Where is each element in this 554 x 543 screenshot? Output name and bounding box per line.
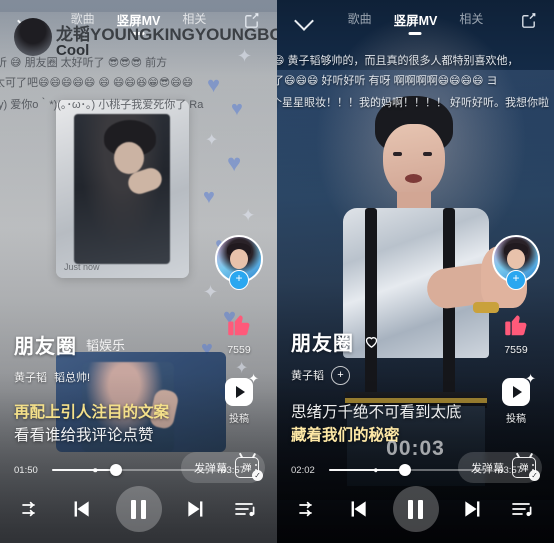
like-count: 7559 xyxy=(504,344,528,356)
post-label: 投稿 xyxy=(229,414,249,425)
total-time: 03:57 xyxy=(498,464,522,476)
sparkle-icon: ✦ xyxy=(248,371,259,386)
moments-header: 朋友圈 韬娱乐 xyxy=(14,330,169,359)
previous-track-icon[interactable] xyxy=(344,496,370,522)
right-action-rail: + 7559 ✦ 投稿 xyxy=(490,235,542,447)
right-transport-controls xyxy=(277,481,554,537)
faded-photo-card: Just now xyxy=(56,100,189,278)
shuffle-icon[interactable] xyxy=(20,497,44,521)
dual-screenshot-stage: ✦ ♥ ♥ ✦ ♥ ♥ ✦ ♥ ♥ ✦ ♥ ♥ ✦ ♥ Just now xyxy=(0,0,554,543)
pause-icon[interactable] xyxy=(392,486,439,532)
username-label: 黄子韬 xyxy=(14,371,47,384)
left-player-panel: ✦ ♥ ♥ ✦ ♥ ♥ ✦ ♥ ♥ ✦ ♥ ♥ ✦ ♥ Just now xyxy=(0,0,277,543)
right-user-row: 黄子韬 + xyxy=(291,365,462,385)
left-action-rail: + 7559 ✦ 投稿 xyxy=(213,235,265,447)
seek-knob[interactable] xyxy=(109,464,122,476)
right-top-bar: 歌曲 竖屏MV 相关 xyxy=(277,0,554,42)
current-time: 01:50 xyxy=(14,464,38,476)
thumbs-up-icon xyxy=(505,315,527,336)
moments-label: 朋友圈 xyxy=(14,335,77,358)
thumbs-up-icon xyxy=(228,315,250,336)
right-content-block: 朋友圈 黄子韬 + 思绪万千绝不可看到太底 藏着我们的秘密 xyxy=(291,327,462,448)
right-player-panel: 歌曲 竖屏MV 相关 😄 黄子韬够帅的，而且真的很多人都特别喜欢他， 了😄😄😄 … xyxy=(277,0,554,543)
right-progress-bar: 02:02 03:57 xyxy=(277,459,554,481)
left-transport-controls xyxy=(0,481,277,537)
next-track-icon[interactable] xyxy=(184,496,210,522)
lyric-line: 看看谁给我评论点赞 xyxy=(14,426,154,444)
moments-label: 朋友圈 xyxy=(291,332,354,355)
left-lyrics: 再配上引人注目的文案 看看谁给我评论点赞 xyxy=(14,401,169,448)
next-track-icon[interactable] xyxy=(461,496,487,522)
artist-avatar[interactable]: + xyxy=(215,235,263,290)
right-tab-strip: 歌曲 竖屏MV 相关 xyxy=(277,8,554,35)
secondary-label: 韬娱乐 xyxy=(86,337,126,353)
avatar[interactable] xyxy=(14,18,52,56)
overlay-subtitle: Cool xyxy=(56,42,90,59)
sparkle-icon: ✦ xyxy=(525,371,536,386)
playlist-icon[interactable] xyxy=(510,497,534,521)
left-content-block: 朋友圈 韬娱乐 黄子韬 韬总帅! 再配上引人注目的文案 看看谁给我评论点赞 xyxy=(14,330,169,448)
follow-plus-icon[interactable]: + xyxy=(506,270,526,290)
photo-subject xyxy=(74,114,170,264)
left-progress-bar: 01:50 03:57 xyxy=(0,459,277,481)
previous-track-icon[interactable] xyxy=(67,496,93,522)
tab-vertical-mv[interactable]: 竖屏MV xyxy=(392,8,440,35)
shuffle-icon[interactable] xyxy=(297,497,321,521)
playlist-icon[interactable] xyxy=(233,497,257,521)
left-user-row: 黄子韬 韬总帅! xyxy=(14,369,169,385)
lyric-line: 思绪万千绝不可看到太底 xyxy=(291,403,462,421)
post-video-icon: ✦ xyxy=(225,372,259,406)
seek-track[interactable] xyxy=(329,464,484,476)
like-button[interactable]: 7559 xyxy=(501,309,531,356)
post-label: 投稿 xyxy=(506,414,526,425)
like-button[interactable]: 7559 xyxy=(224,309,254,356)
heart-outline-icon xyxy=(365,336,378,348)
pause-icon[interactable] xyxy=(115,486,162,532)
moments-header: 朋友圈 xyxy=(291,327,462,356)
seek-time-overlay: 00:03 xyxy=(386,437,445,460)
seek-track[interactable] xyxy=(52,464,207,476)
lyric-line: 再配上引人注目的文案 xyxy=(14,403,170,421)
username-label: 黄子韬 xyxy=(291,370,324,382)
like-count: 7559 xyxy=(227,344,251,356)
share-icon[interactable] xyxy=(519,11,538,30)
post-video-icon: ✦ xyxy=(502,372,536,406)
artist-avatar[interactable]: + xyxy=(492,235,540,290)
photo-timestamp: Just now xyxy=(64,262,100,272)
tab-song[interactable]: 歌曲 xyxy=(346,8,374,33)
more-options-icon[interactable] xyxy=(526,463,540,477)
follow-plus-icon[interactable]: + xyxy=(229,270,249,290)
follow-button[interactable]: + xyxy=(331,365,350,385)
exclaim-label: 韬总帅! xyxy=(54,371,91,384)
post-button[interactable]: ✦ 投稿 xyxy=(225,372,259,425)
current-time: 02:02 xyxy=(291,464,315,476)
total-time: 03:57 xyxy=(221,464,245,476)
more-options-icon[interactable] xyxy=(249,463,263,477)
post-button[interactable]: ✦ 投稿 xyxy=(502,372,536,425)
tab-related[interactable]: 相关 xyxy=(457,8,485,33)
seek-knob[interactable] xyxy=(398,464,411,476)
